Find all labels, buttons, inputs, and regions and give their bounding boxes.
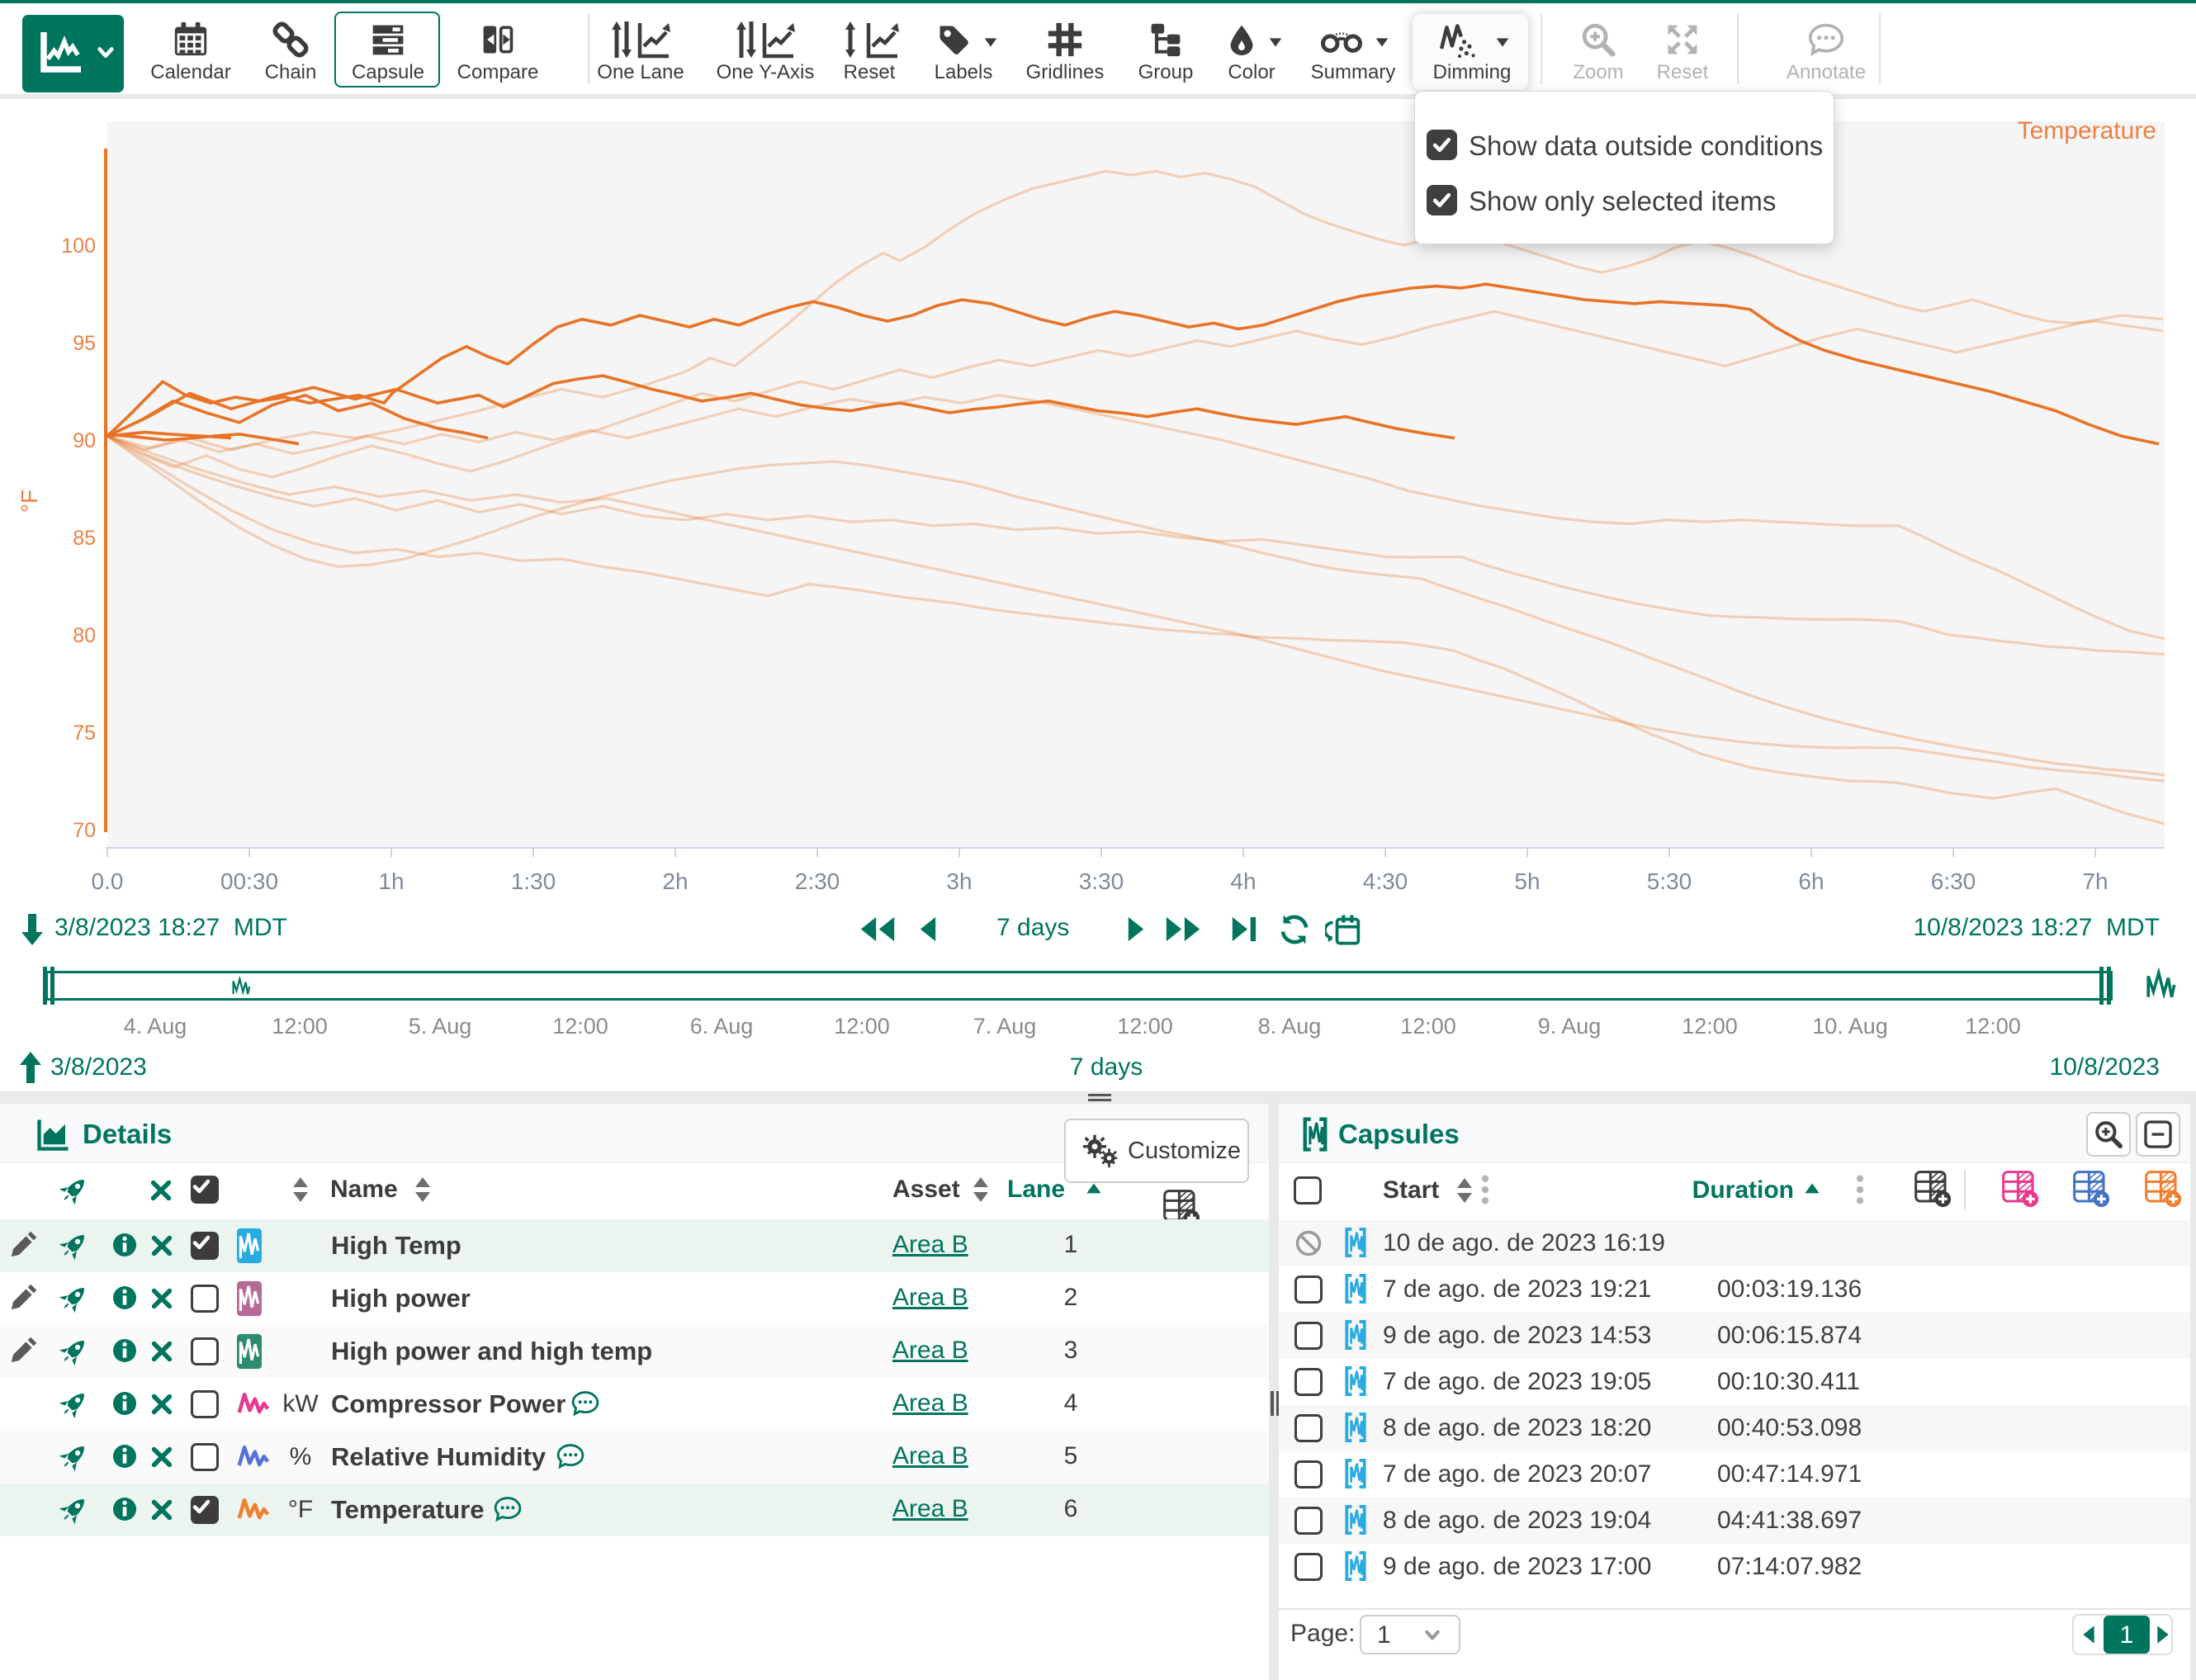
svg-text:6:30: 6:30 [1931, 868, 1976, 894]
svg-text:3:30: 3:30 [1079, 868, 1124, 894]
svg-text:1h: 1h [378, 868, 404, 894]
svg-text:00:30: 00:30 [220, 868, 278, 894]
svg-text:0.0: 0.0 [92, 868, 124, 894]
svg-text:°F: °F [17, 490, 42, 513]
svg-text:80: 80 [73, 624, 96, 647]
svg-text:4:30: 4:30 [1363, 868, 1408, 894]
svg-text:95: 95 [73, 332, 96, 355]
svg-text:5:30: 5:30 [1647, 868, 1692, 894]
svg-text:Temperature: Temperature [2018, 117, 2156, 144]
svg-text:75: 75 [73, 722, 96, 745]
svg-text:3h: 3h [946, 868, 972, 894]
svg-text:2:30: 2:30 [795, 868, 840, 894]
svg-text:6h: 6h [1798, 868, 1824, 894]
svg-text:100: 100 [61, 234, 96, 258]
svg-text:4h: 4h [1230, 868, 1256, 894]
svg-text:70: 70 [73, 819, 96, 842]
svg-text:1:30: 1:30 [511, 868, 556, 894]
svg-text:7h: 7h [2082, 868, 2108, 894]
svg-text:85: 85 [73, 527, 96, 550]
svg-text:90: 90 [73, 429, 96, 452]
svg-text:5h: 5h [1514, 868, 1540, 894]
svg-text:2h: 2h [662, 868, 688, 894]
